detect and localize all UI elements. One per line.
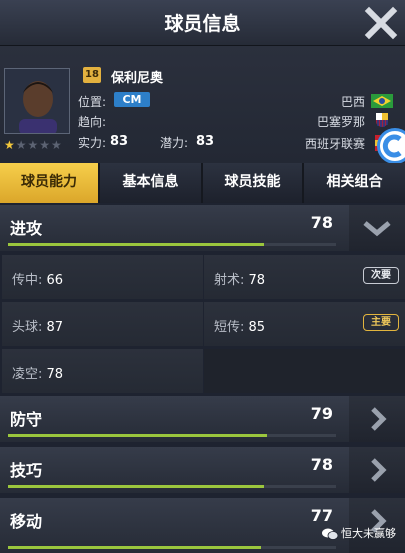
expand-button[interactable] <box>349 447 405 493</box>
level-badge: 18 <box>83 67 101 83</box>
secondary-tag: 次要 <box>363 267 399 284</box>
attribute-cell: 传中: 66 <box>2 255 203 299</box>
section-attack-value: 78 <box>310 213 333 232</box>
attribute-label: 凌空: <box>12 367 43 382</box>
empty-cell <box>204 349 405 393</box>
section-defense-label: 防守 <box>10 410 43 429</box>
position-label: 位置: <box>78 95 107 109</box>
attribute-label: 头球: <box>12 320 43 335</box>
attribute-cell: 短传: 85 主要 <box>204 302 405 346</box>
section-defense[interactable]: 防守 79 <box>0 396 405 442</box>
attribute-cell: 凌空: 78 <box>2 349 203 393</box>
attribute-cell: 射术: 78 次要 <box>204 255 405 299</box>
attribute-value: 78 <box>248 273 266 288</box>
expand-button[interactable] <box>349 396 405 442</box>
attack-attribute-grid: 传中: 66 射术: 78 次要 头球: 87 短传: 85 主要 凌空: 78 <box>0 255 405 393</box>
star-icon-empty: ★★★★ <box>15 138 63 152</box>
nationality-text: 巴西 <box>340 95 365 109</box>
chevron-right-icon <box>371 407 387 431</box>
attribute-label: 射术: <box>214 273 245 288</box>
league-text: 西班牙联赛 <box>304 137 365 151</box>
attribute-value: 85 <box>248 320 266 335</box>
attack-progress-bar <box>8 243 336 246</box>
star-icon-filled: ★ <box>4 138 16 152</box>
potential-value: 83 <box>196 134 215 149</box>
close-icon <box>364 6 398 40</box>
skill-progress-bar <box>8 485 336 488</box>
section-movement-label: 移动 <box>10 512 43 531</box>
section-attack[interactable]: 进攻 78 <box>0 205 405 251</box>
player-profile: ★★★★★ 18 保利尼奥 位置: CM 趋向: 实力: 83 潜力: 83 巴… <box>0 46 405 163</box>
section-movement-value: 77 <box>310 506 333 525</box>
strength-value: 83 <box>110 134 129 149</box>
section-skill-value: 78 <box>310 455 333 474</box>
primary-tag: 主要 <box>363 314 399 331</box>
chevron-down-icon <box>363 221 391 237</box>
attribute-label: 短传: <box>214 320 245 335</box>
attribute-value: 87 <box>46 320 64 335</box>
attribute-value: 78 <box>46 367 64 382</box>
section-skill[interactable]: 技巧 78 <box>0 447 405 493</box>
section-defense-value: 79 <box>310 404 333 423</box>
header-bar: 球员信息 <box>0 0 405 46</box>
position-badge: CM <box>114 92 150 107</box>
assistant-logo-icon <box>382 134 402 158</box>
foot-label: 趋向: <box>78 115 107 129</box>
potential-label: 潜力: <box>160 136 189 150</box>
strength-label: 实力: <box>78 136 107 150</box>
attribute-label: 传中: <box>12 273 43 288</box>
tab-bar: 球员能力 基本信息 球员技能 相关组合 <box>0 163 405 203</box>
attribute-cell: 头球: 87 <box>2 302 203 346</box>
section-attack-label: 进攻 <box>10 219 43 238</box>
club-text: 巴塞罗那 <box>316 115 365 129</box>
player-avatar <box>4 68 70 134</box>
tab-player-skills[interactable]: 球员技能 <box>203 163 304 203</box>
tab-related-combos[interactable]: 相关组合 <box>304 163 405 203</box>
watermark-text: 恒大未赢够 <box>341 527 396 540</box>
page-title: 球员信息 <box>164 13 241 35</box>
tab-player-ability[interactable]: 球员能力 <box>0 163 100 203</box>
star-rating: ★★★★★ <box>4 138 63 152</box>
close-button[interactable] <box>363 5 399 41</box>
attribute-value: 66 <box>46 273 64 288</box>
player-name: 保利尼奥 <box>111 71 164 86</box>
defense-progress-bar <box>8 434 336 437</box>
floating-assistant-button[interactable] <box>377 128 405 164</box>
movement-progress-bar <box>8 546 336 549</box>
club-crest-icon <box>376 113 388 127</box>
wechat-icon <box>322 528 338 540</box>
chevron-right-icon <box>371 458 387 482</box>
tab-basic-info[interactable]: 基本信息 <box>100 163 203 203</box>
collapse-button[interactable] <box>349 205 405 251</box>
watermark: 恒大未赢够 <box>322 524 396 544</box>
brazil-flag-icon <box>371 94 393 108</box>
section-skill-label: 技巧 <box>10 461 43 480</box>
